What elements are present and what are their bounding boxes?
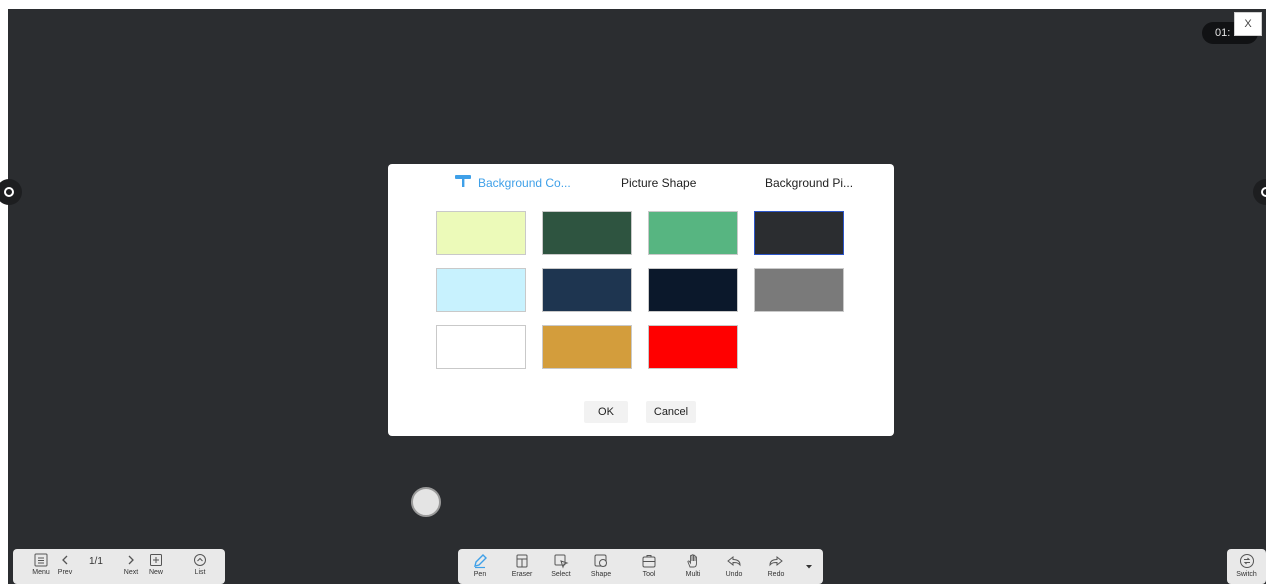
shape-button[interactable]: Shape bbox=[587, 553, 615, 578]
switch-button[interactable]: Switch bbox=[1231, 553, 1262, 578]
chevron-left-icon bbox=[62, 555, 68, 565]
prev-button[interactable]: Prev bbox=[53, 553, 77, 576]
color-swatch[interactable] bbox=[648, 325, 738, 369]
color-swatch[interactable] bbox=[754, 268, 844, 312]
eraser-button[interactable]: Eraser bbox=[509, 553, 535, 578]
multi-label: Multi bbox=[685, 571, 701, 578]
eraser-label: Eraser bbox=[511, 571, 533, 578]
color-swatch[interactable] bbox=[542, 325, 632, 369]
page-toolbar: Menu Prev 1/1 Next New List bbox=[13, 549, 225, 584]
tab-background-color-label: Background Co... bbox=[478, 176, 571, 190]
select-button[interactable]: Select bbox=[547, 553, 575, 578]
color-swatch[interactable] bbox=[542, 211, 632, 255]
color-swatch[interactable] bbox=[542, 268, 632, 312]
menu-label: Menu bbox=[32, 569, 50, 576]
list-button[interactable]: List bbox=[188, 553, 212, 576]
tool-button[interactable]: Tool bbox=[636, 553, 662, 578]
chevron-right-icon bbox=[128, 555, 134, 565]
color-swatch[interactable] bbox=[436, 268, 526, 312]
color-swatch[interactable] bbox=[648, 211, 738, 255]
redo-icon bbox=[769, 555, 783, 567]
eraser-icon bbox=[516, 554, 528, 568]
pen-label: Pen bbox=[473, 571, 487, 578]
pen-icon bbox=[474, 554, 487, 569]
switch-icon bbox=[1239, 554, 1254, 568]
drawing-toolbar: Pen Eraser Select Shape Tool Multi Undo … bbox=[458, 549, 823, 584]
next-label: Next bbox=[123, 569, 139, 576]
redo-label: Redo bbox=[767, 571, 785, 578]
next-button[interactable]: Next bbox=[119, 553, 143, 576]
redo-button[interactable]: Redo bbox=[763, 553, 789, 578]
multi-touch-button[interactable]: Multi bbox=[680, 553, 706, 578]
pen-button[interactable]: Pen bbox=[467, 553, 493, 578]
undo-label: Undo bbox=[725, 571, 743, 578]
undo-button[interactable]: Undo bbox=[721, 553, 747, 578]
ok-button[interactable]: OK bbox=[584, 401, 628, 423]
shape-label: Shape bbox=[590, 571, 612, 578]
toolbox-icon bbox=[642, 555, 656, 568]
select-icon bbox=[554, 554, 569, 569]
hand-icon bbox=[687, 554, 697, 568]
close-button[interactable]: X bbox=[1234, 12, 1262, 36]
color-swatch[interactable] bbox=[436, 325, 526, 369]
prev-label: Prev bbox=[57, 569, 73, 576]
select-label: Select bbox=[551, 571, 571, 578]
menu-icon bbox=[34, 553, 48, 567]
tool-label: Tool bbox=[642, 571, 656, 578]
caret-down-icon bbox=[806, 565, 812, 569]
color-swatch[interactable] bbox=[648, 268, 738, 312]
new-label: New bbox=[148, 569, 163, 576]
tab-picture-shape[interactable]: Picture Shape bbox=[621, 174, 696, 192]
chevron-up-circle-icon bbox=[194, 554, 206, 566]
tab-background-color[interactable]: Background Co... bbox=[454, 174, 571, 192]
paint-roller-icon bbox=[454, 174, 472, 193]
color-swatch[interactable] bbox=[754, 211, 844, 255]
shape-icon bbox=[594, 554, 607, 567]
cancel-button[interactable]: Cancel bbox=[646, 401, 696, 423]
switch-toolbar: Switch bbox=[1227, 549, 1266, 584]
switch-label: Switch bbox=[1236, 571, 1257, 578]
background-settings-dialog: Background Co... Picture Shape Backgroun… bbox=[388, 164, 894, 436]
add-page-icon bbox=[150, 554, 162, 566]
list-label: List bbox=[194, 569, 206, 576]
undo-icon bbox=[727, 555, 741, 567]
floating-ball-button[interactable] bbox=[411, 487, 441, 517]
more-tools-button[interactable] bbox=[802, 561, 816, 571]
tab-background-picture[interactable]: Background Pi... bbox=[765, 174, 853, 192]
menu-button[interactable]: Menu bbox=[29, 553, 53, 576]
color-swatch[interactable] bbox=[436, 211, 526, 255]
page-indicator: 1/1 bbox=[89, 556, 103, 567]
new-page-button[interactable]: New bbox=[144, 553, 168, 576]
